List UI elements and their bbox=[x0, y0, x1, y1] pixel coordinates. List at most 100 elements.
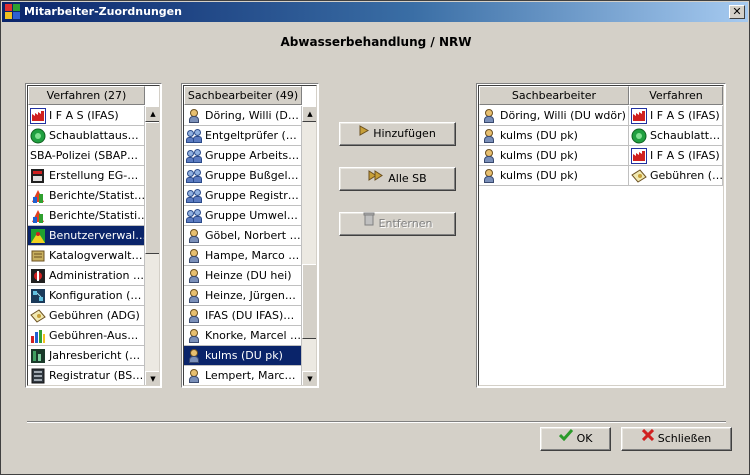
table-cell-verfahren: I F A S (IFAS) bbox=[650, 109, 720, 122]
sachbearbeiter-list-item[interactable]: kulms (DU pk) bbox=[184, 346, 302, 366]
scroll-down-icon[interactable]: ▼ bbox=[145, 371, 159, 385]
sachbearbeiter-item-label: Entgeltprüfer (… bbox=[205, 129, 297, 142]
verfahren-list-item[interactable]: Schaublattaus… bbox=[28, 126, 145, 146]
sachbearbeiter-column-header[interactable]: Sachbearbeiter (49) bbox=[184, 86, 302, 105]
verfahren-list-item[interactable]: I F A S (IFAS) bbox=[28, 106, 145, 126]
add-button-label: Hinzufügen bbox=[373, 127, 436, 140]
table-cell-sachbearbeiter: kulms (DU pk) bbox=[500, 169, 578, 182]
verfahren-list-item[interactable]: Benutzerverwal… bbox=[28, 226, 145, 246]
verfahren-scrollbar[interactable]: ▲ ▼ bbox=[145, 106, 159, 385]
table-row[interactable]: kulms (DU pk) bbox=[479, 146, 629, 166]
trash-icon bbox=[363, 212, 375, 234]
scroll-up-icon[interactable]: ▲ bbox=[302, 106, 316, 122]
table-row[interactable]: I F A S (IFAS) bbox=[629, 106, 723, 126]
sachbearbeiter-list-item[interactable]: Knorke, Marcel … bbox=[184, 326, 302, 346]
sachbearbeiter-list-item[interactable]: Göbel, Norbert … bbox=[184, 226, 302, 246]
assignment-table[interactable]: Sachbearbeiter Verfahren Döring, Willi (… bbox=[476, 83, 726, 388]
bar-chart-icon bbox=[30, 328, 46, 344]
table-cell-sachbearbeiter: kulms (DU pk) bbox=[500, 149, 578, 162]
verfahren-list-item[interactable]: Gebühren (ADG) bbox=[28, 306, 145, 326]
red-x-icon bbox=[641, 427, 654, 449]
verfahren-item-label: SBA-Polizei (SBAP… bbox=[30, 149, 138, 162]
verfahren-list-item[interactable]: SBA-Polizei (SBAP… bbox=[28, 146, 145, 166]
add-button[interactable]: Hinzufügen bbox=[339, 122, 456, 146]
close-button[interactable]: Schließen bbox=[621, 427, 732, 451]
close-window-button[interactable]: ✕ bbox=[729, 5, 745, 19]
verfahren-list-item[interactable]: Erstellung EG-… bbox=[28, 166, 145, 186]
verfahren-column-header[interactable]: Verfahren (27) bbox=[28, 86, 145, 105]
person-icon bbox=[481, 128, 497, 144]
verfahren-list-item[interactable]: Konfiguration (… bbox=[28, 286, 145, 306]
config-icon bbox=[30, 288, 46, 304]
sachbearbeiter-list-item[interactable]: Entgeltprüfer (… bbox=[184, 126, 302, 146]
table-row[interactable]: kulms (DU pk) bbox=[479, 126, 629, 146]
verfahren-item-label: Gebühren-Aus… bbox=[49, 329, 139, 342]
sachbearbeiter-item-label: Lempert, Marc… bbox=[205, 369, 296, 382]
page-title: Abwasserbehandlung / NRW bbox=[280, 35, 472, 49]
sachbearbeiter-list-item[interactable]: IFAS (DU IFAS)… bbox=[184, 306, 302, 326]
ok-button[interactable]: OK bbox=[540, 427, 611, 451]
sachbearbeiter-list-item[interactable]: Heinze (DU hei) bbox=[184, 266, 302, 286]
verfahren-item-label: Konfiguration (… bbox=[49, 289, 142, 302]
scroll-up-icon[interactable]: ▲ bbox=[145, 106, 159, 122]
remove-button[interactable]: Entfernen bbox=[339, 212, 456, 236]
sachbearbeiter-list-item[interactable]: Hampe, Marco … bbox=[184, 246, 302, 266]
table-row[interactable]: I F A S (IFAS) bbox=[629, 146, 723, 166]
table-row[interactable]: Schaublatt… bbox=[629, 126, 723, 146]
title-bar[interactable]: Mitarbeiter-Zuordnungen ✕ bbox=[2, 2, 748, 22]
person-icon bbox=[186, 268, 202, 284]
sachbearbeiter-list-item[interactable]: Döring, Willi (D… bbox=[184, 106, 302, 126]
table-row[interactable]: Gebühren (… bbox=[629, 166, 723, 186]
verfahren-list-item[interactable]: Registratur (BS… bbox=[28, 366, 145, 385]
scroll-thumb[interactable] bbox=[302, 264, 316, 339]
table-row[interactable]: kulms (DU pk) bbox=[479, 166, 629, 186]
verfahren-item-label: Schaublattaus… bbox=[49, 129, 139, 142]
window-title: Mitarbeiter-Zuordnungen bbox=[24, 5, 182, 18]
sachbearbeiter-list-item[interactable]: Gruppe Registr… bbox=[184, 186, 302, 206]
sachbearbeiter-list-item[interactable]: Lempert, Marc… bbox=[184, 366, 302, 385]
app-icon bbox=[5, 4, 21, 20]
check-icon bbox=[558, 427, 573, 449]
verfahren-list-item[interactable]: Berichte/Statisti… bbox=[28, 206, 145, 226]
verfahren-item-label: Katalogverwalt… bbox=[49, 249, 143, 262]
sachbearbeiter-item-label: Gruppe Registr… bbox=[205, 189, 299, 202]
sachbearbeiter-list[interactable]: Sachbearbeiter (49) Döring, Willi (D… Ent… bbox=[181, 83, 319, 388]
ifas-factory-icon bbox=[30, 108, 46, 124]
scroll-down-icon[interactable]: ▼ bbox=[302, 371, 316, 385]
table-row[interactable]: Döring, Willi (DU wdör) bbox=[479, 106, 629, 126]
catalog-icon bbox=[30, 248, 46, 264]
verfahren-list-item[interactable]: Administration … bbox=[28, 266, 145, 286]
verfahren-list-item[interactable]: Berichte/Statist… bbox=[28, 186, 145, 206]
verfahren-list-item[interactable]: Jahresbericht (… bbox=[28, 346, 145, 366]
sachbearbeiter-scrollbar[interactable]: ▲ ▼ bbox=[302, 106, 316, 385]
sachbearbeiter-list-item[interactable]: Gruppe Umwel… bbox=[184, 206, 302, 226]
group-icon bbox=[186, 148, 202, 164]
verfahren-item-label: Erstellung EG-… bbox=[49, 169, 139, 182]
sachbearbeiter-item-label: Gruppe Bußgel… bbox=[205, 169, 299, 182]
users-admin-icon bbox=[30, 228, 46, 244]
sachbearbeiter-list-item[interactable]: Heinze, Jürgen… bbox=[184, 286, 302, 306]
sachbearbeiter-list-item[interactable]: Gruppe Arbeits… bbox=[184, 146, 302, 166]
verfahren-item-label: Berichte/Statist… bbox=[49, 189, 145, 202]
group-icon bbox=[186, 208, 202, 224]
person-icon bbox=[481, 168, 497, 184]
register-icon bbox=[30, 168, 46, 184]
verfahren-list-item[interactable]: Gebühren-Aus… bbox=[28, 326, 145, 346]
verfahren-item-label: Administration … bbox=[49, 269, 144, 282]
person-icon bbox=[186, 108, 202, 124]
add-all-button[interactable]: Alle SB bbox=[339, 167, 456, 191]
sachbearbeiter-item-label: Gruppe Arbeits… bbox=[205, 149, 300, 162]
person-icon bbox=[186, 328, 202, 344]
verfahren-list[interactable]: Verfahren (27) I F A S (IFAS) Schaublatta… bbox=[25, 83, 162, 388]
person-icon bbox=[186, 348, 202, 364]
sachbearbeiter-item-label: Heinze, Jürgen… bbox=[205, 289, 296, 302]
table-header-verfahren[interactable]: Verfahren bbox=[629, 86, 723, 105]
green-disc-icon bbox=[631, 128, 647, 144]
sachbearbeiter-item-label: IFAS (DU IFAS)… bbox=[205, 309, 295, 322]
verfahren-list-item[interactable]: Katalogverwalt… bbox=[28, 246, 145, 266]
sachbearbeiter-item-label: Göbel, Norbert … bbox=[205, 229, 301, 242]
double-arrow-right-icon bbox=[368, 167, 384, 189]
sachbearbeiter-list-item[interactable]: Gruppe Bußgel… bbox=[184, 166, 302, 186]
table-header-sachbearbeiter[interactable]: Sachbearbeiter bbox=[479, 86, 629, 105]
scroll-thumb[interactable] bbox=[145, 122, 159, 254]
